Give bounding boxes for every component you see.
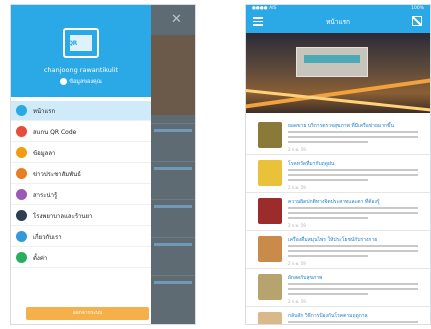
menu-item-icon xyxy=(16,126,27,137)
drawer-menu-item[interactable]: สแกน QR Code xyxy=(11,122,151,142)
news-date: 2 ก.ค. 59 xyxy=(288,223,306,228)
drawer-menu-item[interactable]: โรงพยาบาลและร้านยา xyxy=(11,206,151,226)
logout-button[interactable]: ออกจากระบบ xyxy=(26,307,149,320)
hero-carousel[interactable] xyxy=(246,33,430,113)
app-top-bar: ●●●● AIS 100% หน้าแรก xyxy=(246,5,430,33)
user-profile-link[interactable]: ข้อมูลของคุณ xyxy=(11,78,151,86)
menu-item-label: สแกน QR Code xyxy=(33,128,77,136)
news-excerpt-line xyxy=(288,255,368,257)
news-thumbnail xyxy=(258,312,282,324)
news-item[interactable]: โรคหวัดที่มากับฤดูฝน 2 ก.ค. 59 xyxy=(246,155,430,193)
menu-item-icon xyxy=(16,210,27,221)
drawer-menu-item[interactable]: สาระน่ารู้ xyxy=(11,185,151,205)
news-title: ผักสดกับสุขภาพ xyxy=(288,275,323,281)
dimmed-row xyxy=(151,161,195,199)
news-thumbnail xyxy=(258,198,282,224)
news-date: 2 ก.ค. 59 xyxy=(288,299,306,304)
news-date: 2 ก.ค. 59 xyxy=(288,185,306,190)
drawer-scrim-overlay[interactable]: ✕ xyxy=(151,5,195,324)
drawer-header: QR chanjoong rawantikulit ข้อมูลของคุณ xyxy=(11,5,151,97)
news-thumbnail xyxy=(258,122,282,148)
user-role-label: ข้อมูลของคุณ xyxy=(69,79,102,85)
news-thumbnail xyxy=(258,236,282,262)
menu-item-label: ตั้งค่า xyxy=(33,254,48,262)
menu-item-label: ข้อมูลลา xyxy=(33,149,56,157)
user-icon xyxy=(60,78,68,85)
menu-item-icon xyxy=(16,168,27,179)
logo-text: QR xyxy=(68,40,77,47)
close-icon[interactable]: ✕ xyxy=(171,12,182,27)
menu-item-label: เกี่ยวกับเรา xyxy=(33,233,62,241)
news-title: ยอดขาย บริการตรวจสุขภาพ ที่มีเครือข่ายมา… xyxy=(288,123,394,129)
drawer-menu-item[interactable]: ตั้งค่า xyxy=(11,248,151,268)
drawer-menu-item[interactable]: หน้าแรก xyxy=(11,101,151,121)
menu-item-icon xyxy=(16,252,27,263)
news-excerpt-line xyxy=(288,321,418,323)
qr-logo-icon: QR xyxy=(63,28,99,58)
status-battery: 100% xyxy=(411,6,424,11)
news-excerpt-line xyxy=(288,245,418,247)
news-excerpt-line xyxy=(288,136,418,138)
news-date: 2 ก.ค. 59 xyxy=(288,261,306,266)
dimmed-row xyxy=(151,275,195,313)
drawer-menu-item[interactable]: เกี่ยวกับเรา xyxy=(11,227,151,247)
news-excerpt-line xyxy=(288,250,418,252)
phone-left-drawer-open: QR chanjoong rawantikulit ข้อมูลของคุณ ห… xyxy=(10,4,196,325)
news-title: กลับสัก วิธีการป้องกันโรคตามฤดูกาล xyxy=(288,313,368,319)
news-item[interactable]: ผักสดกับสุขภาพ 2 ก.ค. 59 xyxy=(246,269,430,307)
news-excerpt-line xyxy=(288,283,418,285)
screenshot-stage: QR chanjoong rawantikulit ข้อมูลของคุณ ห… xyxy=(0,0,431,329)
menu-item-label: ข่าวประชาสัมพันธ์ xyxy=(33,170,81,178)
news-excerpt-line xyxy=(288,131,418,133)
user-name: chanjoong rawantikulit xyxy=(43,66,119,74)
dimmed-row xyxy=(151,123,195,161)
news-title: โรคหวัดที่มากับฤดูฝน xyxy=(288,161,335,167)
menu-item-label: หน้าแรก xyxy=(33,107,56,115)
menu-item-icon xyxy=(16,105,27,116)
news-item[interactable]: กลับสัก วิธีการป้องกันโรคตามฤดูกาล2 ก.ค.… xyxy=(246,307,430,324)
news-title: ความผิดปกติทางจิตประสาทและตา ที่ต้องรู้ xyxy=(288,199,380,205)
status-carrier: ●●●● AIS xyxy=(252,6,277,11)
news-excerpt-line xyxy=(288,174,418,176)
news-excerpt-line xyxy=(288,179,368,181)
news-item[interactable]: เครื่องดื่มสมุนไพร ให้ประโยชน์กับร่างกาย… xyxy=(246,231,430,269)
news-item[interactable]: ยอดขาย บริการตรวจสุขภาพ ที่มีเครือข่ายมา… xyxy=(246,117,430,155)
news-excerpt-line xyxy=(288,169,418,171)
dimmed-row xyxy=(151,237,195,275)
navigation-drawer: QR chanjoong rawantikulit ข้อมูลของคุณ ห… xyxy=(11,5,151,324)
news-title: เครื่องดื่มสมุนไพร ให้ประโยชน์กับร่างกาย xyxy=(288,237,378,243)
phone-right-home: ●●●● AIS 100% หน้าแรก ยอดขาย บริการตรวจส… xyxy=(245,4,431,325)
page-title: หน้าแรก xyxy=(326,18,350,26)
news-excerpt-line xyxy=(288,207,418,209)
menu-item-icon xyxy=(16,147,27,158)
menu-item-icon xyxy=(16,231,27,242)
qr-scan-icon[interactable] xyxy=(412,16,422,26)
news-excerpt-line xyxy=(288,212,418,214)
news-excerpt-line xyxy=(288,293,368,295)
news-excerpt-line xyxy=(288,288,418,290)
news-thumbnail xyxy=(258,274,282,300)
news-item[interactable]: ความผิดปกติทางจิตประสาทและตา ที่ต้องรู้ 2… xyxy=(246,193,430,231)
menu-item-label: โรงพยาบาลและร้านยา xyxy=(33,212,93,220)
menu-item-label: สาระน่ารู้ xyxy=(33,191,58,199)
menu-item-icon xyxy=(16,189,27,200)
news-thumbnail xyxy=(258,160,282,186)
dimmed-row xyxy=(151,199,195,237)
dimmed-hero-image xyxy=(151,35,195,115)
carousel-pager xyxy=(246,104,430,113)
news-excerpt-line xyxy=(288,217,368,219)
news-date: 2 ก.ค. 59 xyxy=(288,147,306,152)
drawer-menu-item[interactable]: ข้อมูลลา xyxy=(11,143,151,163)
drawer-menu-item[interactable]: ข่าวประชาสัมพันธ์ xyxy=(11,164,151,184)
news-excerpt-line xyxy=(288,141,368,143)
